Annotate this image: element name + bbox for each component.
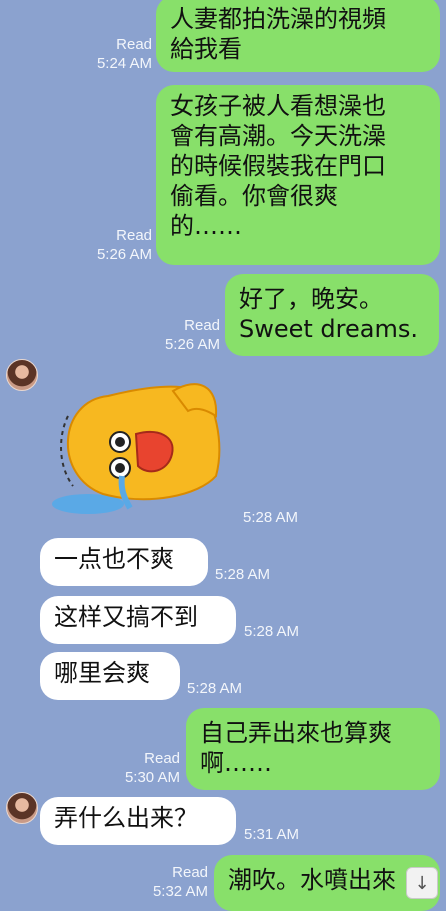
read-receipt: Read <box>116 227 152 244</box>
arrow-down-icon: ↓ <box>414 872 430 894</box>
read-receipt: Read <box>184 317 220 334</box>
message-time: 5:28 AM <box>244 623 300 640</box>
message-time: 5:26 AM <box>96 246 152 263</box>
read-receipt: Read <box>116 36 152 53</box>
message-time: 5:32 AM <box>152 883 208 900</box>
message-time: 5:28 AM <box>187 680 243 697</box>
crying-chick-sticker[interactable] <box>48 376 224 516</box>
read-receipt: Read <box>144 750 180 767</box>
read-receipt: Read <box>172 864 208 881</box>
incoming-message[interactable]: 这样又搞不到 <box>40 596 236 644</box>
message-time: 5:31 AM <box>244 826 300 843</box>
outgoing-message[interactable]: 好了，晚安。 Sweet dreams. <box>225 274 439 356</box>
message-time: 5:28 AM <box>243 509 299 526</box>
message-time: 5:26 AM <box>164 336 220 353</box>
outgoing-message[interactable]: 女孩子被人看想澡也 會有高潮。今天洗澡 的時候假裝我在門口 偷看。你會很爽 的…… <box>156 85 440 265</box>
incoming-message[interactable]: 哪里会爽 <box>40 652 180 700</box>
outgoing-message[interactable]: 自己弄出來也算爽 啊…… <box>186 708 440 790</box>
incoming-message[interactable]: 弄什么出来？ <box>40 797 236 845</box>
sticker-image <box>52 383 221 514</box>
incoming-message[interactable]: 一点也不爽 <box>40 538 208 586</box>
contact-avatar[interactable] <box>6 359 38 391</box>
message-time: 5:24 AM <box>96 55 152 72</box>
scroll-to-bottom-button[interactable]: ↓ <box>406 867 438 899</box>
contact-avatar[interactable] <box>6 792 38 824</box>
message-time: 5:28 AM <box>215 566 271 583</box>
message-time: 5:30 AM <box>124 769 180 786</box>
outgoing-message[interactable]: 人妻都拍洗澡的視頻 給我看 <box>156 0 440 72</box>
